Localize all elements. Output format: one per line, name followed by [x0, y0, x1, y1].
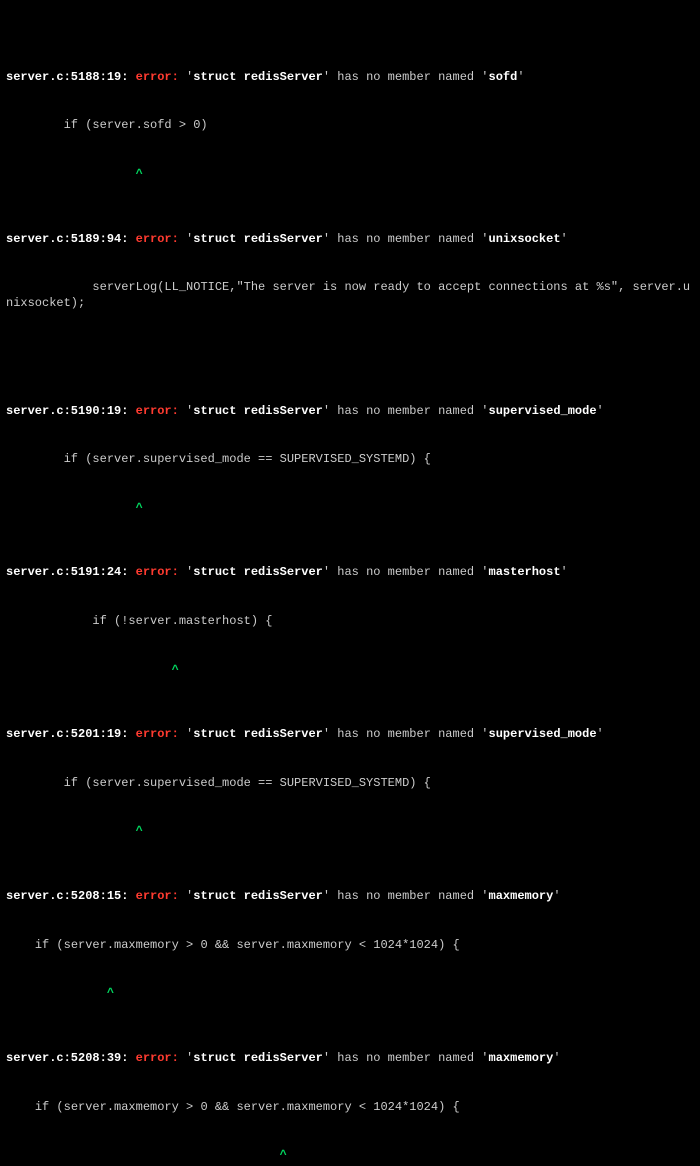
error-struct: struct redisServer	[193, 889, 323, 903]
error-code-line: if (server.maxmemory > 0 && server.maxme…	[6, 937, 694, 953]
error-location: server.c:5201:19:	[6, 727, 128, 741]
compiler-error: server.c:5188:19: error: 'struct redisSe…	[6, 69, 694, 85]
error-member: supervised_mode	[489, 727, 597, 741]
error-code-line: if (!server.masterhost) {	[6, 613, 694, 629]
compiler-error: server.c:5190:19: error: 'struct redisSe…	[6, 403, 694, 419]
error-location: server.c:5188:19:	[6, 70, 128, 84]
error-member: masterhost	[489, 565, 561, 579]
error-location: server.c:5189:94:	[6, 232, 128, 246]
error-caret: ^	[6, 166, 694, 182]
error-caret: ^	[6, 1147, 694, 1163]
error-code-line: if (server.supervised_mode == SUPERVISED…	[6, 775, 694, 791]
error-tag: error:	[136, 565, 179, 579]
error-struct: struct redisServer	[193, 565, 323, 579]
error-tag: error:	[136, 404, 179, 418]
error-struct: struct redisServer	[193, 232, 323, 246]
error-code-line: if (server.supervised_mode == SUPERVISED…	[6, 451, 694, 467]
error-code-line: serverLog(LL_NOTICE,"The server is now r…	[6, 279, 694, 311]
error-location: server.c:5208:15:	[6, 889, 128, 903]
error-tag: error:	[136, 1051, 179, 1065]
error-struct: struct redisServer	[193, 727, 323, 741]
error-member: maxmemory	[489, 1051, 554, 1065]
error-tag: error:	[136, 70, 179, 84]
terminal-output: server.c:5188:19: error: 'struct redisSe…	[0, 0, 700, 1166]
error-tag: error:	[136, 232, 179, 246]
error-member: sofd	[489, 70, 518, 84]
error-code-line: if (server.maxmemory > 0 && server.maxme…	[6, 1099, 694, 1115]
error-struct: struct redisServer	[193, 404, 323, 418]
error-member: supervised_mode	[489, 404, 597, 418]
compiler-error: server.c:5189:94: error: 'struct redisSe…	[6, 231, 694, 247]
error-location: server.c:5191:24:	[6, 565, 128, 579]
error-tag: error:	[136, 889, 179, 903]
error-member: maxmemory	[489, 889, 554, 903]
error-caret: ^	[6, 985, 694, 1001]
compiler-error: server.c:5208:15: error: 'struct redisSe…	[6, 888, 694, 904]
error-location: server.c:5208:39:	[6, 1051, 128, 1065]
error-caret: ^	[6, 823, 694, 839]
error-tag: error:	[136, 727, 179, 741]
compiler-error: server.c:5201:19: error: 'struct redisSe…	[6, 726, 694, 742]
compiler-error: server.c:5208:39: error: 'struct redisSe…	[6, 1050, 694, 1066]
error-caret: ^	[6, 500, 694, 516]
error-member: unixsocket	[489, 232, 561, 246]
error-caret: ^	[6, 662, 694, 678]
error-struct: struct redisServer	[193, 70, 323, 84]
error-struct: struct redisServer	[193, 1051, 323, 1065]
error-location: server.c:5190:19:	[6, 404, 128, 418]
compiler-error: server.c:5191:24: error: 'struct redisSe…	[6, 564, 694, 580]
error-code-line: if (server.sofd > 0)	[6, 117, 694, 133]
